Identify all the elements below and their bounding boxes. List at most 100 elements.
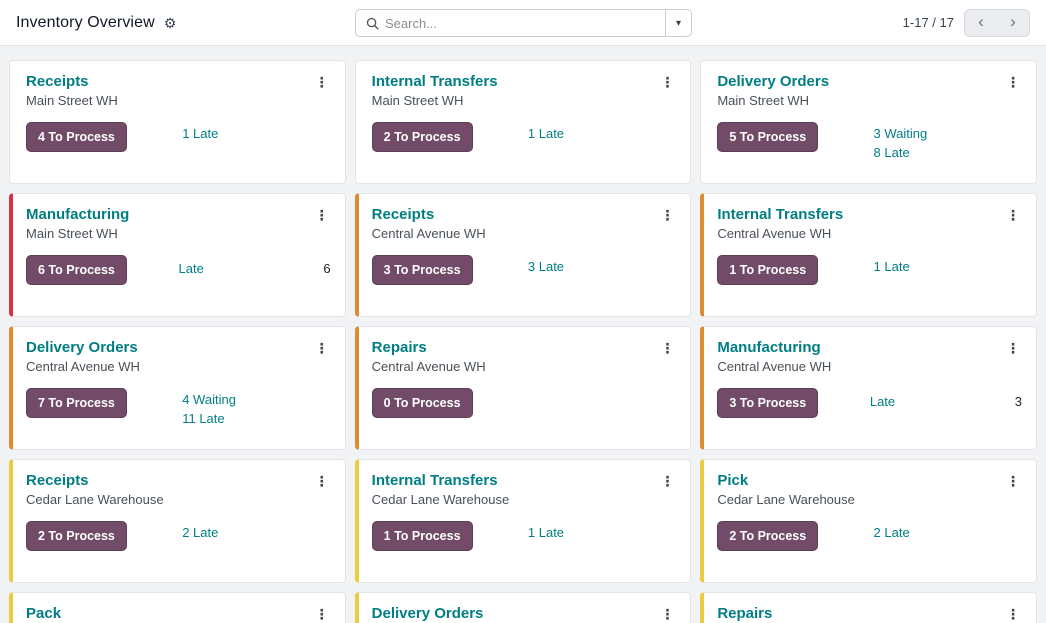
operation-type-link[interactable]: Delivery Orders [717, 73, 829, 90]
late-label-link[interactable]: Late [179, 255, 324, 276]
late-label-link[interactable]: Late [870, 388, 1015, 409]
kebab-menu-icon[interactable]: ⋮ [1000, 206, 1022, 222]
to-process-button[interactable]: 5 To Process [717, 122, 819, 152]
card-header: Internal Transfers ⋮ [372, 73, 677, 90]
kanban-card: Pick ⋮ Cedar Lane Warehouse 2 To Process… [700, 459, 1037, 583]
warehouse-name: Central Avenue WH [26, 359, 140, 374]
card-body: 7 To Process 4 Waiting 11 Late [26, 388, 331, 427]
kebab-menu-icon[interactable]: ⋮ [654, 206, 676, 222]
status-link[interactable]: 8 Late [874, 145, 1022, 161]
operation-type-link[interactable]: Internal Transfers [717, 206, 843, 223]
kebab-menu-icon[interactable]: ⋮ [1000, 472, 1022, 488]
warehouse-name: Central Avenue WH [717, 226, 832, 241]
warehouse-name: Cedar Lane Warehouse [26, 492, 164, 507]
kebab-menu-icon[interactable]: ⋮ [309, 73, 331, 89]
warehouse-name: Cedar Lane Warehouse [371, 492, 510, 507]
status-link[interactable]: 2 Late [182, 525, 330, 541]
operation-type-link[interactable]: Manufacturing [26, 206, 129, 223]
kanban-card: Internal Transfers ⋮ Main Street WH 2 To… [354, 60, 692, 184]
kanban-card: Manufacturing ⋮ Main Street WH 6 To Proc… [9, 193, 346, 317]
operation-type-link[interactable]: Internal Transfers [372, 73, 498, 90]
card-body: 5 To Process 3 Waiting 8 Late [717, 122, 1022, 161]
kanban-card: Manufacturing ⋮ Central Avenue WH 3 To P… [700, 326, 1037, 450]
kebab-menu-icon[interactable]: ⋮ [654, 605, 676, 621]
card-body: 6 To Process Late 6 [26, 255, 331, 285]
pager-next-icon[interactable]: › [997, 10, 1029, 36]
to-process-button[interactable]: 2 To Process [717, 521, 819, 551]
operation-type-link[interactable]: Repairs [372, 339, 427, 356]
kanban-card: Internal Transfers ⋮ Central Avenue WH 1… [700, 193, 1037, 317]
operation-type-link[interactable]: Receipts [372, 206, 435, 223]
status-link[interactable]: 2 Late [874, 525, 1022, 541]
pager-prev-icon[interactable]: ‹ [965, 10, 997, 36]
operation-type-link[interactable]: Receipts [26, 472, 89, 489]
card-header: Repairs ⋮ [717, 605, 1022, 622]
to-process-button[interactable]: 3 To Process [717, 388, 819, 418]
kebab-menu-icon[interactable]: ⋮ [309, 339, 331, 355]
warehouse-name: Main Street WH [26, 226, 118, 241]
to-process-button[interactable]: 4 To Process [26, 122, 127, 152]
to-process-button[interactable]: 2 To Process [26, 521, 127, 551]
status-link[interactable]: 3 Late [528, 259, 676, 275]
operation-type-link[interactable]: Receipts [26, 73, 89, 90]
kanban-grid: Receipts ⋮ Main Street WH 4 To Process 1… [0, 46, 1046, 623]
card-body: 1 To Process 1 Late [371, 521, 677, 551]
search-input[interactable] [385, 10, 665, 36]
operation-type-link[interactable]: Pack [26, 605, 61, 622]
kebab-menu-icon[interactable]: ⋮ [309, 605, 331, 621]
operation-type-link[interactable]: Pick [717, 472, 748, 489]
card-body: 2 To Process 1 Late [371, 122, 677, 152]
to-process-button[interactable]: 1 To Process [371, 521, 473, 551]
status-links: 1 Late [874, 255, 1022, 275]
kebab-menu-icon[interactable]: ⋮ [309, 206, 331, 222]
status-link[interactable]: 1 Late [182, 126, 330, 142]
kebab-menu-icon[interactable]: ⋮ [1000, 339, 1022, 355]
search-dropdown-caret-icon[interactable]: ▾ [665, 10, 691, 36]
operation-type-link[interactable]: Manufacturing [717, 339, 820, 356]
status-links: 1 Late [182, 122, 330, 142]
status-link[interactable]: 1 Late [528, 126, 676, 142]
card-body: 3 To Process Late 3 [717, 388, 1022, 418]
operation-type-link[interactable]: Delivery Orders [372, 605, 484, 622]
kebab-menu-icon[interactable]: ⋮ [654, 339, 676, 355]
kanban-card: Repairs ⋮ Central Avenue WH 0 To Process [354, 326, 692, 450]
to-process-button[interactable]: 7 To Process [26, 388, 127, 418]
kanban-card: Delivery Orders ⋮ Central Avenue WH 7 To… [9, 326, 346, 450]
status-link[interactable]: 3 Waiting [874, 126, 1022, 142]
to-process-button[interactable]: 3 To Process [371, 255, 473, 285]
status-link[interactable]: 1 Late [528, 525, 676, 541]
gear-icon[interactable]: ⚙ [164, 15, 177, 30]
kebab-menu-icon[interactable]: ⋮ [309, 472, 331, 488]
operation-type-link[interactable]: Repairs [717, 605, 772, 622]
to-process-button[interactable]: 2 To Process [371, 122, 473, 152]
status-link[interactable]: 4 Waiting [182, 392, 330, 408]
card-body: 1 To Process 1 Late [717, 255, 1022, 285]
kebab-menu-icon[interactable]: ⋮ [1000, 605, 1022, 621]
status-link[interactable]: 1 Late [874, 259, 1022, 275]
card-header: Receipts ⋮ [26, 73, 331, 90]
card-body: 4 To Process 1 Late [26, 122, 331, 152]
kebab-menu-icon[interactable]: ⋮ [654, 73, 676, 89]
kanban-card: Internal Transfers ⋮ Cedar Lane Warehous… [354, 459, 692, 583]
to-process-button[interactable]: 6 To Process [26, 255, 127, 285]
operation-type-link[interactable]: Delivery Orders [26, 339, 138, 356]
kebab-menu-icon[interactable]: ⋮ [654, 472, 676, 488]
warehouse-name: Main Street WH [26, 93, 118, 108]
card-header: Receipts ⋮ [372, 206, 677, 223]
to-process-button[interactable]: 0 To Process [371, 388, 473, 418]
kanban-card: Delivery Orders ⋮ [354, 592, 692, 623]
status-link[interactable]: 11 Late [182, 411, 330, 427]
status-links: 2 Late [182, 521, 330, 541]
warehouse-name: Central Avenue WH [371, 226, 486, 241]
kebab-menu-icon[interactable]: ⋮ [1000, 73, 1022, 89]
status-links [528, 388, 676, 393]
card-body: 2 To Process 2 Late [26, 521, 331, 551]
operation-type-link[interactable]: Internal Transfers [372, 472, 498, 489]
search-icon [356, 10, 385, 36]
to-process-button[interactable]: 1 To Process [717, 255, 819, 285]
status-links: 1 Late [528, 122, 676, 142]
pager-range: 1-17 / 17 [902, 15, 954, 30]
control-panel: Inventory Overview ⚙ ▾ 1-17 / 17 ‹ › [0, 0, 1046, 46]
card-body: 3 To Process 3 Late [371, 255, 677, 285]
kanban-card: Delivery Orders ⋮ Main Street WH 5 To Pr… [700, 60, 1037, 184]
